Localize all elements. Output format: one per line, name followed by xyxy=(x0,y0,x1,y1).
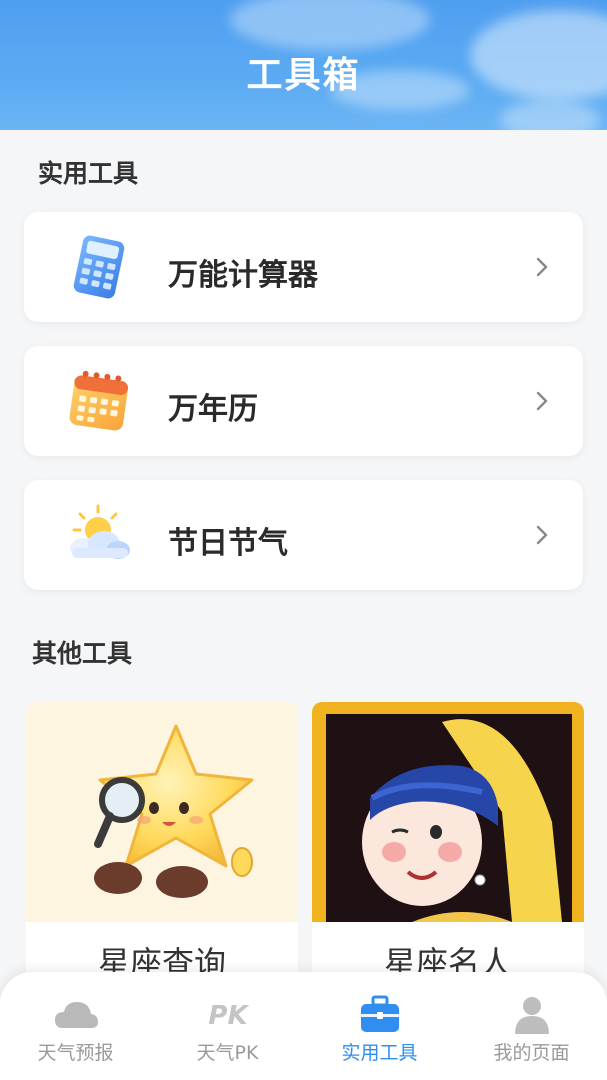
bottom-tab-bar: 天气预报 PK 天气PK 实用工具 我的页面 xyxy=(0,972,607,1080)
cloud-icon xyxy=(54,1002,98,1028)
tab-label: 我的页面 xyxy=(493,1042,570,1064)
tab-label: 实用工具 xyxy=(341,1042,418,1064)
tool-label: 节日节气 xyxy=(168,526,288,561)
section-title-practical: 实用工具 xyxy=(38,159,139,188)
tab-label: 天气预报 xyxy=(37,1042,114,1064)
sun-cloud-icon xyxy=(70,504,130,559)
girl-with-pearl-earring-illustration xyxy=(312,702,584,922)
svg-text:PK: PK xyxy=(208,1001,249,1031)
user-icon xyxy=(514,997,549,1034)
main-content: 实用工具 万能计算器 万年历 节日节气 其他工具 星座查询 星座名人 xyxy=(0,130,607,1080)
tool-card-calendar[interactable]: 万年历 xyxy=(24,346,583,456)
calculator-icon xyxy=(73,235,125,299)
toolbox-icon xyxy=(360,995,399,1032)
tab-practical-tools[interactable]: 实用工具 xyxy=(304,972,455,1080)
chevron-right-icon xyxy=(536,257,548,277)
header: 工具箱 xyxy=(0,0,607,130)
page-title: 工具箱 xyxy=(246,55,361,96)
pk-icon: PK xyxy=(208,1001,249,1031)
chevron-right-icon xyxy=(536,525,548,545)
tab-my-page[interactable]: 我的页面 xyxy=(456,972,607,1080)
tab-label: 天气PK xyxy=(196,1042,259,1064)
star-magnifier-illustration xyxy=(26,702,298,922)
tool-label: 万年历 xyxy=(168,392,258,427)
tool-label: 万能计算器 xyxy=(168,258,318,293)
tool-card-festival[interactable]: 节日节气 xyxy=(24,480,583,590)
tool-card-calculator[interactable]: 万能计算器 xyxy=(24,212,583,322)
tab-weather-forecast[interactable]: 天气预报 xyxy=(0,972,151,1080)
tab-weather-pk[interactable]: PK 天气PK xyxy=(152,972,303,1080)
section-title-other: 其他工具 xyxy=(32,639,133,668)
chevron-right-icon xyxy=(536,391,548,411)
calendar-icon xyxy=(69,370,129,431)
